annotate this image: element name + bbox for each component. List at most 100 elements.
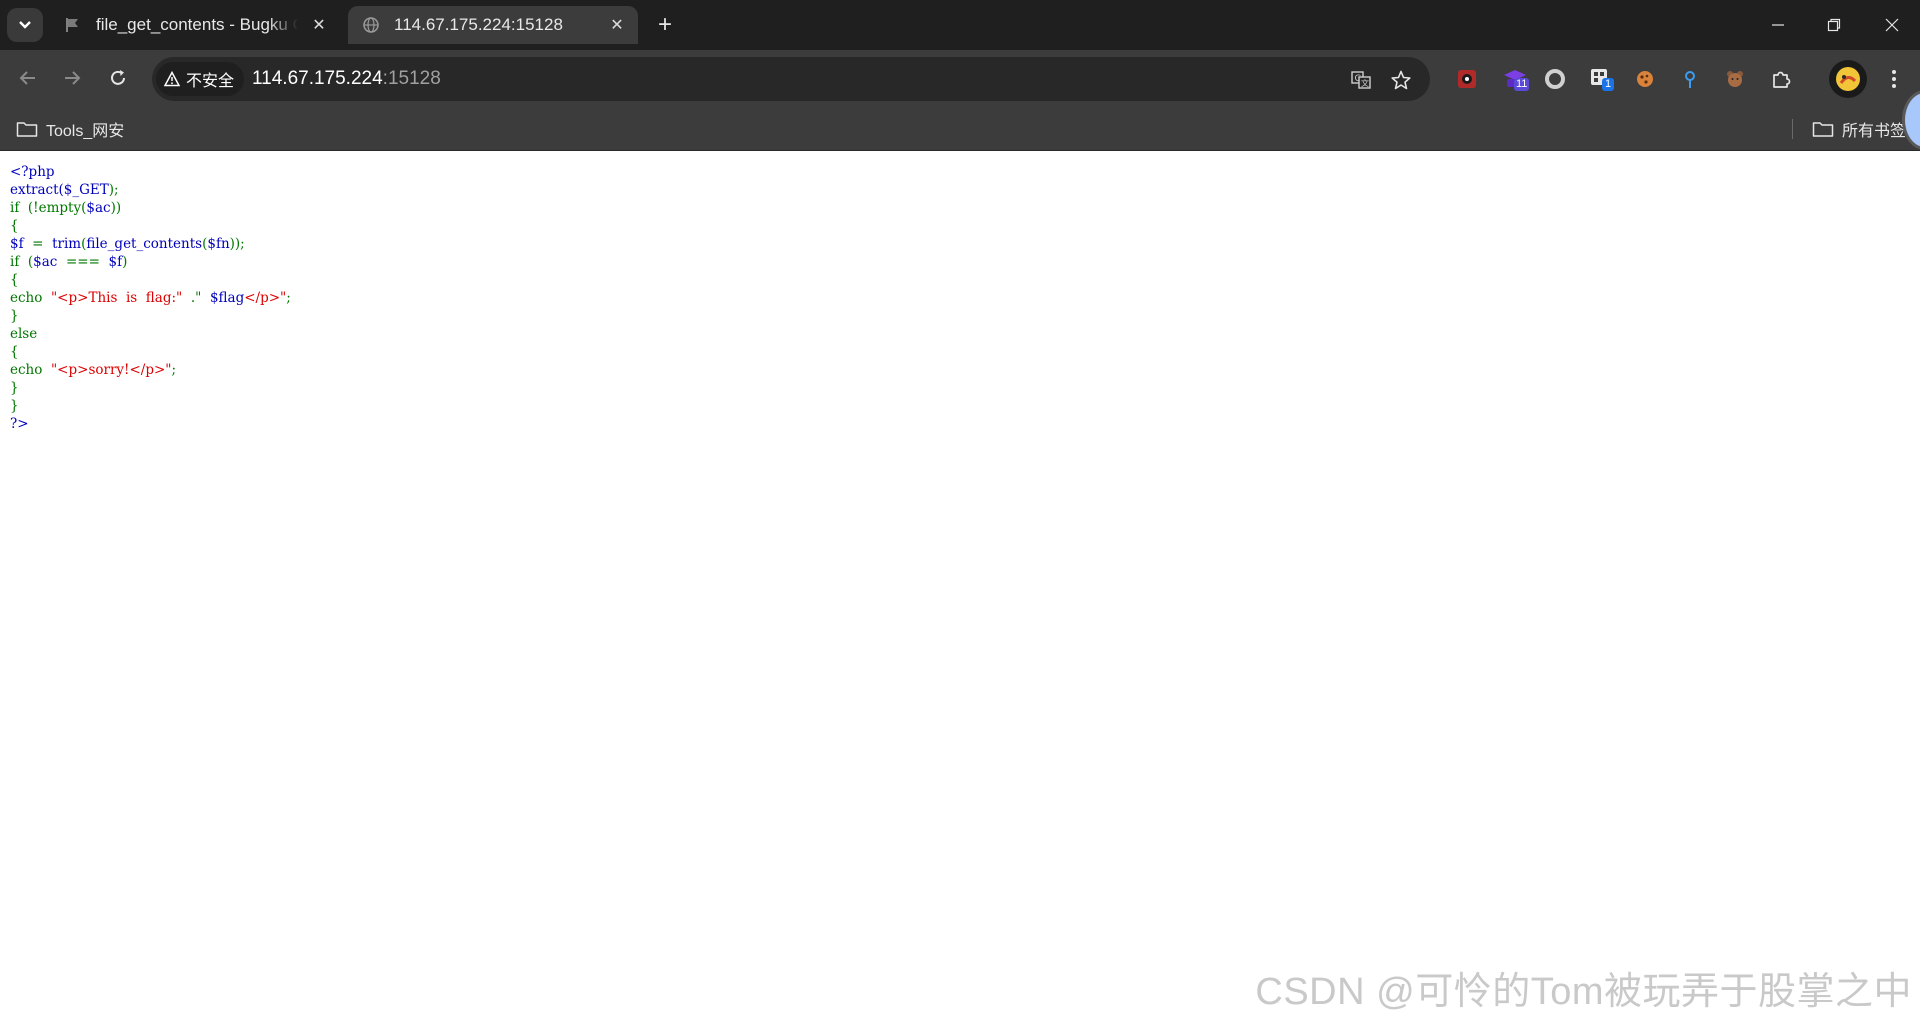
close-tab-icon[interactable]: ✕ <box>308 14 330 36</box>
svg-text:文: 文 <box>1361 78 1369 88</box>
code-token: { <box>10 272 19 288</box>
bookmarks-separator <box>1792 119 1793 139</box>
tab-search-button[interactable] <box>7 8 43 42</box>
extension-badge: 1 <box>1602 78 1615 91</box>
code-token: "<p>sorry!</p>" <box>50 362 172 378</box>
code-token: echo <box>10 362 51 378</box>
red-square-extension-icon <box>1458 70 1476 88</box>
close-window-button[interactable] <box>1864 0 1920 50</box>
close-tab-icon[interactable]: ✕ <box>606 14 628 36</box>
code-token: )) <box>110 200 122 216</box>
arrow-left-icon <box>19 71 35 85</box>
translate-button[interactable]: G文 <box>1348 67 1374 93</box>
url-port: :15128 <box>382 68 441 89</box>
page-content: <?php extract($_GET); if (!empty($ac)){$f … <box>0 151 1920 1019</box>
watermark: CSDN @可怜的Tom被玩弄于股掌之中 <box>1255 971 1912 1013</box>
browser-toolbar: 不安全 114.67.175.224:15128 G文 11 1 <box>0 50 1920 108</box>
extension-badge: 11 <box>1514 78 1530 91</box>
extensions-menu-button[interactable] <box>1766 64 1796 94</box>
code-line: ?> <box>10 415 291 433</box>
reload-icon <box>111 70 125 85</box>
code-token: } <box>10 308 19 324</box>
extension-cookie-editor[interactable]: 1 <box>1586 64 1616 94</box>
code-line: { <box>10 343 291 361</box>
code-token: ." <box>182 290 210 306</box>
code-token: else <box>10 326 38 342</box>
code-line: $f = trim(file_get_contents($fn)); <box>10 235 291 253</box>
code-line: } <box>10 307 291 325</box>
avatar-icon <box>1836 67 1860 91</box>
code-token: trim <box>52 236 82 252</box>
extension-graduation[interactable]: 11 <box>1500 64 1530 94</box>
restore-button[interactable] <box>1806 0 1862 50</box>
minimize-icon <box>1772 24 1784 26</box>
tab-current[interactable]: 114.67.175.224:15128 ✕ <box>348 6 638 44</box>
new-tab-button[interactable]: + <box>650 10 680 40</box>
code-token: = <box>23 236 53 252</box>
code-token: "<p>This is flag:" <box>50 290 183 306</box>
extension-circle[interactable] <box>1540 64 1570 94</box>
code-token: if ( <box>10 254 34 270</box>
code-line: { <box>10 217 291 235</box>
extension-bear[interactable] <box>1720 64 1750 94</box>
code-line: extract($_GET); <box>10 181 291 199</box>
reload-button[interactable] <box>100 60 136 96</box>
bookmark-star-button[interactable] <box>1388 67 1414 93</box>
code-token: $f <box>10 236 24 252</box>
code-token: { <box>10 344 19 360</box>
tab-bugku[interactable]: file_get_contents - Bugku CTF ✕ <box>50 6 340 44</box>
code-token: $flag <box>209 290 245 306</box>
code-line: <?php <box>10 163 291 181</box>
chevron-down-icon <box>19 21 31 29</box>
code-line: { <box>10 271 291 289</box>
arrow-right-icon <box>65 71 81 85</box>
more-vertical-icon <box>1892 70 1896 88</box>
address-bar[interactable]: 不安全 114.67.175.224:15128 G文 <box>152 57 1430 101</box>
tab-title: file_get_contents - Bugku CTF <box>96 15 298 34</box>
code-token: $ac <box>33 254 58 270</box>
back-button[interactable] <box>10 60 46 96</box>
profile-avatar[interactable] <box>1829 60 1867 98</box>
code-token: if (! <box>10 200 39 216</box>
extension-cookie[interactable] <box>1630 64 1660 94</box>
code-token: } <box>10 398 19 414</box>
translate-icon: G文 <box>1351 71 1371 89</box>
code-token: $ac <box>86 200 111 216</box>
code-token: extract( <box>10 182 64 198</box>
security-chip[interactable]: 不安全 <box>156 62 245 96</box>
all-bookmarks-button[interactable]: 所有书签 <box>1812 116 1906 142</box>
browser-menu-button[interactable] <box>1879 64 1909 94</box>
code-token: ); <box>108 182 119 198</box>
code-line: else <box>10 325 291 343</box>
code-token: )); <box>229 236 245 252</box>
code-token: </p>" <box>244 290 287 306</box>
circle-extension-icon <box>1545 69 1565 89</box>
code-token: $fn <box>207 236 230 252</box>
folder-icon <box>1812 122 1834 137</box>
extension-pin[interactable] <box>1675 64 1705 94</box>
bookmark-label: Tools_网安 <box>46 123 125 140</box>
forward-button[interactable] <box>54 60 90 96</box>
code-line: } <box>10 379 291 397</box>
code-token: === <box>57 254 109 270</box>
restore-icon <box>1827 18 1841 32</box>
extension-red[interactable] <box>1452 64 1482 94</box>
code-token: echo <box>10 290 51 306</box>
flag-icon <box>64 16 82 34</box>
folder-icon <box>16 122 38 137</box>
bookmark-folder-tools[interactable]: Tools_网安 <box>16 116 124 142</box>
puzzle-piece-icon <box>1773 71 1791 88</box>
code-line: echo "<p>sorry!</p>"; <box>10 361 291 379</box>
code-token: $_GET <box>63 182 109 198</box>
code-token: ; <box>286 290 291 306</box>
url-text[interactable]: 114.67.175.224:15128 <box>252 57 441 101</box>
location-pin-icon <box>1685 71 1695 88</box>
code-token: { <box>10 218 19 234</box>
minimize-button[interactable] <box>1750 0 1806 50</box>
globe-icon <box>362 16 380 34</box>
bookmark-label: 所有书签 <box>1842 123 1907 140</box>
code-line: if ($ac === $f) <box>10 253 291 271</box>
tab-strip: file_get_contents - Bugku CTF ✕ 114.67.1… <box>0 0 1920 50</box>
php-source-code: <?php extract($_GET); if (!empty($ac)){$f … <box>10 163 291 433</box>
code-token: ?> <box>10 416 29 432</box>
